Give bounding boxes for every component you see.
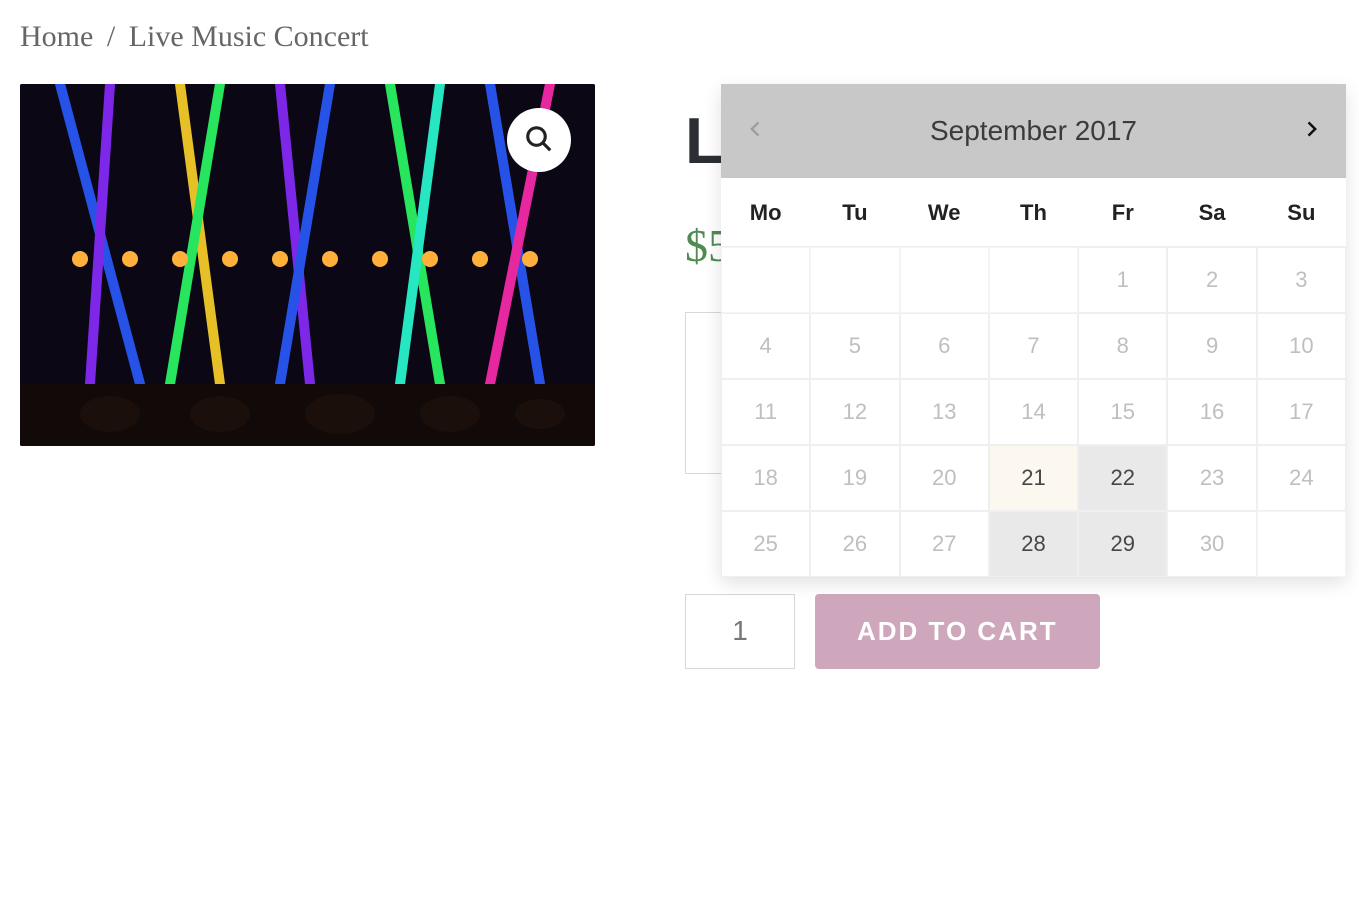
chevron-left-icon — [746, 119, 766, 144]
datepicker-popup: September 2017 MoTuWeThFrSaSu 1234567891… — [721, 84, 1346, 577]
breadcrumb: Home / Live Music Concert — [20, 20, 1339, 54]
datepicker-cell-empty — [1257, 511, 1346, 577]
datepicker-cell-empty — [989, 247, 1078, 313]
datepicker-day-26: 26 — [810, 511, 899, 577]
datepicker-day-7: 7 — [989, 313, 1078, 379]
datepicker-dow: Su — [1257, 178, 1346, 247]
datepicker-dow: Mo — [721, 178, 810, 247]
datepicker-dow: We — [900, 178, 989, 247]
datepicker-day-19: 19 — [810, 445, 899, 511]
breadcrumb-separator: / — [107, 20, 115, 53]
breadcrumb-current: Live Music Concert — [129, 20, 369, 53]
datepicker-day-30: 30 — [1167, 511, 1256, 577]
datepicker-dow: Sa — [1167, 178, 1256, 247]
product-image[interactable] — [20, 84, 595, 446]
datepicker-day-4: 4 — [721, 313, 810, 379]
datepicker-day-25: 25 — [721, 511, 810, 577]
datepicker-day-29[interactable]: 29 — [1078, 511, 1167, 577]
datepicker-day-1: 1 — [1078, 247, 1167, 313]
datepicker-dow: Th — [989, 178, 1078, 247]
datepicker-day-24: 24 — [1257, 445, 1346, 511]
datepicker-day-2: 2 — [1167, 247, 1256, 313]
datepicker-day-15: 15 — [1078, 379, 1167, 445]
datepicker-day-6: 6 — [900, 313, 989, 379]
add-to-cart-button[interactable]: ADD TO CART — [815, 594, 1100, 669]
datepicker-day-23: 23 — [1167, 445, 1256, 511]
datepicker-cell-empty — [900, 247, 989, 313]
search-icon — [524, 124, 554, 157]
datepicker-day-8: 8 — [1078, 313, 1167, 379]
datepicker-day-20: 20 — [900, 445, 989, 511]
datepicker-day-28[interactable]: 28 — [989, 511, 1078, 577]
zoom-image-button[interactable] — [507, 108, 571, 172]
datepicker-dow: Tu — [810, 178, 899, 247]
datepicker-day-14: 14 — [989, 379, 1078, 445]
next-month-button[interactable] — [1296, 116, 1326, 146]
quantity-input[interactable] — [685, 594, 795, 669]
prev-month-button — [741, 116, 771, 146]
datepicker-day-22[interactable]: 22 — [1078, 445, 1167, 511]
datepicker-day-18: 18 — [721, 445, 810, 511]
datepicker-day-21[interactable]: 21 — [989, 445, 1078, 511]
datepicker-day-17: 17 — [1257, 379, 1346, 445]
breadcrumb-home[interactable]: Home — [20, 20, 93, 53]
datepicker-dow: Fr — [1078, 178, 1167, 247]
datepicker-title: September 2017 — [930, 115, 1137, 147]
datepicker-day-16: 16 — [1167, 379, 1256, 445]
datepicker-day-11: 11 — [721, 379, 810, 445]
datepicker-day-3: 3 — [1257, 247, 1346, 313]
datepicker-day-10: 10 — [1257, 313, 1346, 379]
datepicker-day-9: 9 — [1167, 313, 1256, 379]
datepicker-day-12: 12 — [810, 379, 899, 445]
datepicker-day-5: 5 — [810, 313, 899, 379]
datepicker-day-27: 27 — [900, 511, 989, 577]
chevron-right-icon — [1301, 119, 1321, 144]
datepicker-cell-empty — [721, 247, 810, 313]
datepicker-cell-empty — [810, 247, 899, 313]
datepicker-day-13: 13 — [900, 379, 989, 445]
